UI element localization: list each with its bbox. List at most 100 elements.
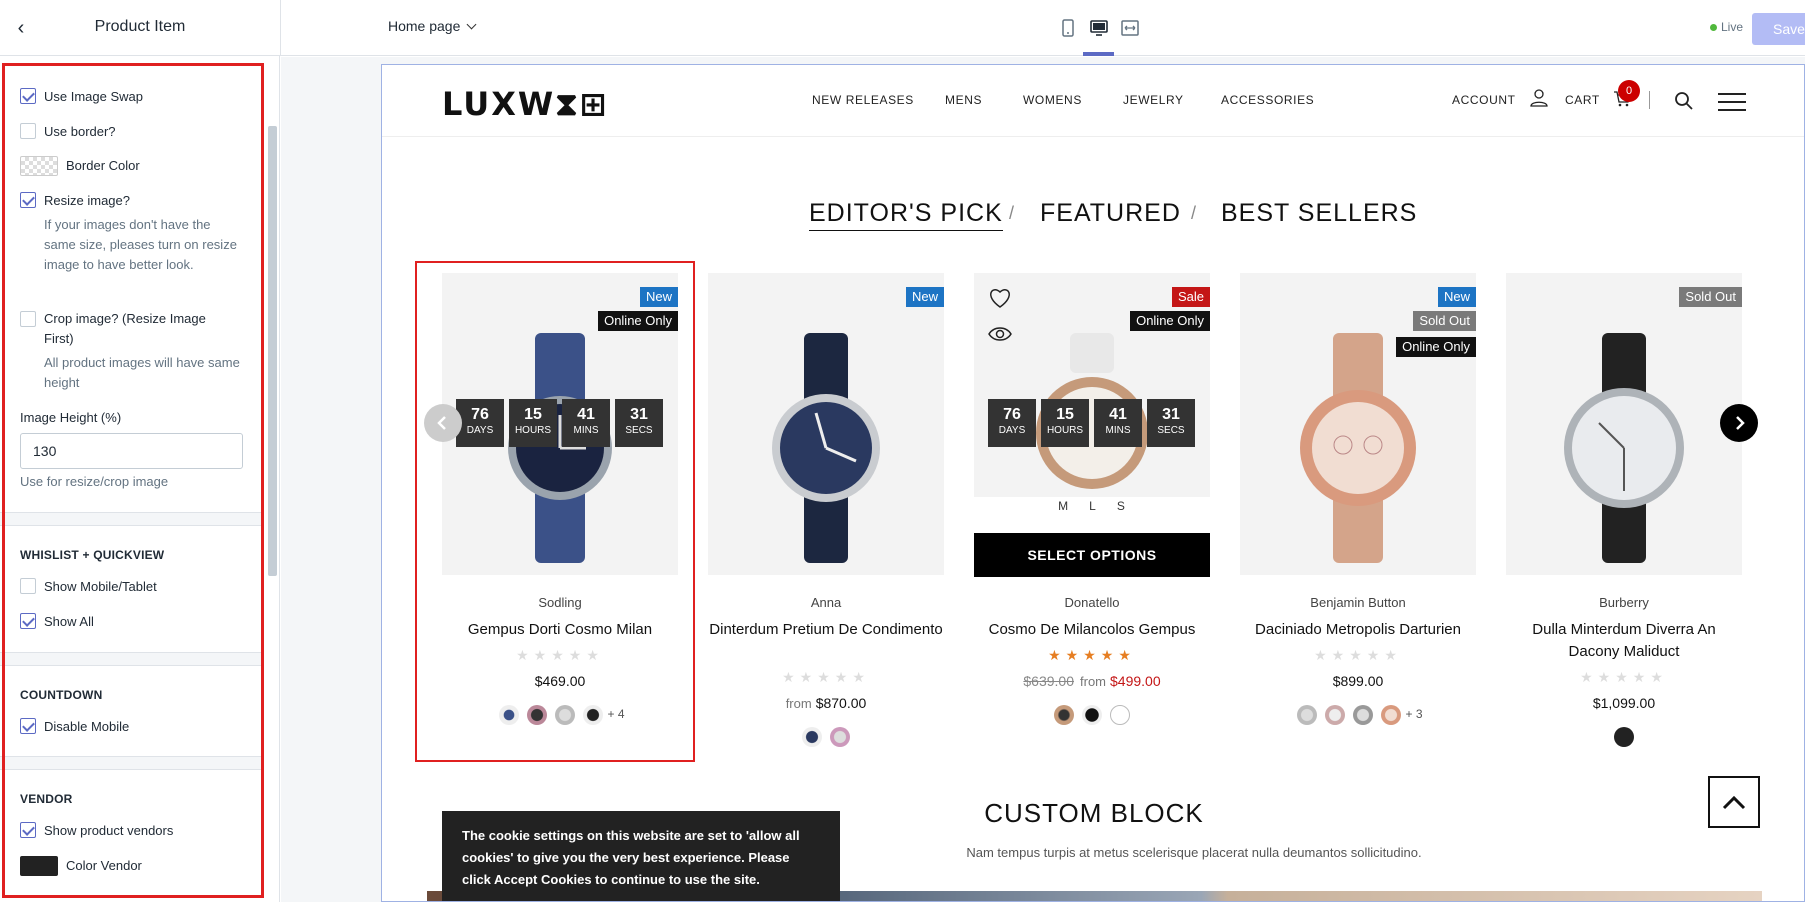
product-vendor[interactable]: Benjamin Button bbox=[1240, 595, 1476, 610]
account-label: ACCOUNT bbox=[1452, 93, 1516, 107]
quickview-eye-icon[interactable] bbox=[988, 325, 1012, 343]
countdown-secs-value: 31 bbox=[1162, 406, 1180, 423]
nav-mens[interactable]: MENS bbox=[945, 93, 982, 107]
store-logo[interactable]: LUXW⧗⊞ bbox=[442, 85, 608, 124]
nav-jewelry[interactable]: JEWELRY bbox=[1123, 93, 1184, 107]
variant-thumbnail[interactable] bbox=[1353, 705, 1374, 725]
badge-sold-out: Sold Out bbox=[1679, 287, 1742, 307]
page-selector-label: Home page bbox=[388, 18, 461, 34]
watch-image bbox=[1564, 333, 1684, 563]
settings-sidebar: Use Image Swap Use border? Border Color … bbox=[0, 56, 280, 902]
select-options-button[interactable]: SELECT OPTIONS bbox=[974, 533, 1210, 577]
countdown-secs-label: SECS bbox=[1157, 425, 1185, 436]
tab-separator: / bbox=[1009, 203, 1015, 223]
nav-accessories[interactable]: ACCESSORIES bbox=[1221, 93, 1314, 107]
chevron-down-icon bbox=[466, 19, 477, 30]
product-card[interactable]: New Sold Out Online Only Benjamin Button… bbox=[1240, 273, 1476, 773]
product-card[interactable]: Sold Out Burberry Dulla Minterdum Diverr… bbox=[1506, 273, 1742, 773]
size-option-m[interactable]: M bbox=[1058, 499, 1069, 513]
product-thumbnails bbox=[974, 705, 1210, 725]
cookie-notice: The cookie settings on this website are … bbox=[442, 811, 840, 901]
store-header: LUXW⧗⊞ NEW RELEASES MENS WOMENS JEWELRY … bbox=[382, 65, 1804, 137]
rating-stars: ★★★★★ bbox=[1580, 669, 1668, 685]
product-name[interactable]: Daciniado Metropolis Darturien bbox=[1240, 619, 1476, 641]
fullscreen-view-icon[interactable] bbox=[1120, 18, 1140, 38]
product-image[interactable]: Sold Out bbox=[1506, 273, 1742, 575]
header-divider bbox=[1649, 91, 1650, 109]
live-label: Live bbox=[1721, 20, 1744, 34]
variant-thumbnail[interactable] bbox=[1054, 705, 1074, 725]
back-to-top-button[interactable] bbox=[1708, 776, 1760, 828]
save-button[interactable]: Save bbox=[1752, 13, 1805, 45]
live-status: Live bbox=[1710, 20, 1743, 34]
badge-sale: Sale bbox=[1171, 287, 1210, 307]
product-name[interactable]: Dulla Minterdum Diverra An Dacony Malidu… bbox=[1506, 619, 1742, 663]
nav-womens[interactable]: WOMENS bbox=[1023, 93, 1082, 107]
product-thumbnails bbox=[1506, 727, 1742, 747]
cart-link[interactable]: CART bbox=[1565, 91, 1631, 107]
product-price: $639.00 from $499.00 bbox=[974, 673, 1210, 689]
panel-title: Product Item bbox=[94, 18, 186, 35]
theme-editor: { "editor": { "panel_title": "Product It… bbox=[0, 0, 1805, 902]
variant-thumbnail[interactable] bbox=[1082, 705, 1102, 725]
badge-sold-out: Sold Out bbox=[1413, 311, 1476, 331]
product-vendor[interactable]: Anna bbox=[708, 595, 944, 610]
tab-separator: / bbox=[1191, 203, 1197, 223]
countdown-mins-label: MINS bbox=[1105, 425, 1131, 436]
carousel-next-button[interactable] bbox=[1720, 404, 1758, 442]
more-variants[interactable]: + 3 bbox=[1405, 707, 1422, 721]
nav-new-releases[interactable]: NEW RELEASES bbox=[812, 93, 914, 107]
variant-thumbnail[interactable] bbox=[1614, 727, 1634, 747]
product-name[interactable]: Dinterdum Pretium De Condimento bbox=[708, 619, 944, 641]
rating-stars: ★★★★★ bbox=[1048, 647, 1136, 663]
product-vendor[interactable]: Burberry bbox=[1506, 595, 1742, 610]
price-from-label: from bbox=[785, 696, 812, 711]
variant-thumbnail[interactable] bbox=[1297, 705, 1318, 725]
badge-new: New bbox=[1437, 287, 1476, 307]
countdown-mins-value: 41 bbox=[1109, 406, 1127, 423]
countdown-days-value: 76 bbox=[1003, 406, 1021, 423]
tab-editors-pick[interactable]: EDITOR'S PICK bbox=[809, 199, 1003, 231]
wishlist-heart-icon[interactable] bbox=[988, 287, 1012, 309]
size-option-s[interactable]: S bbox=[1117, 499, 1126, 513]
live-dot-icon bbox=[1710, 24, 1717, 31]
size-option-l[interactable]: L bbox=[1089, 499, 1097, 513]
price-from-label: from bbox=[1080, 674, 1106, 689]
variant-thumbnail[interactable] bbox=[1110, 705, 1130, 725]
highlight-box bbox=[2, 63, 264, 898]
product-image[interactable]: Sale Online Only 76 DAYS 15 HOURS 41 MINS 3… bbox=[974, 273, 1210, 497]
product-card[interactable]: Sale Online Only 76 DAYS 15 HOURS 41 MINS 3… bbox=[974, 273, 1210, 773]
user-icon bbox=[1530, 89, 1548, 107]
badge-new: New bbox=[905, 287, 944, 307]
back-arrow-icon[interactable]: ‹ bbox=[10, 16, 32, 40]
product-thumbnails: + 3 bbox=[1240, 705, 1476, 725]
variant-thumbnail[interactable] bbox=[1381, 705, 1402, 725]
rating-stars: ★★★★★ bbox=[782, 669, 870, 685]
account-link[interactable]: ACCOUNT bbox=[1452, 89, 1548, 107]
chevron-up-icon bbox=[1722, 795, 1746, 810]
desktop-view-icon[interactable] bbox=[1089, 18, 1109, 38]
store-preview: LUXW⧗⊞ NEW RELEASES MENS WOMENS JEWELRY … bbox=[381, 64, 1805, 902]
countdown-mins: 41 MINS bbox=[1094, 399, 1142, 447]
mobile-view-icon[interactable] bbox=[1058, 18, 1078, 38]
product-thumbnails bbox=[708, 727, 944, 747]
watch-image bbox=[1300, 333, 1416, 563]
product-card[interactable]: New Anna Dinterdum Pretium De Condimento… bbox=[708, 273, 944, 773]
product-image[interactable]: New Sold Out Online Only bbox=[1240, 273, 1476, 575]
countdown-hours-value: 15 bbox=[1056, 406, 1074, 423]
product-vendor[interactable]: Donatello bbox=[974, 595, 1210, 610]
product-image[interactable]: New bbox=[708, 273, 944, 575]
variant-thumbnail[interactable] bbox=[1325, 705, 1346, 725]
product-name[interactable]: Cosmo De Milancolos Gempus bbox=[974, 619, 1210, 641]
page-selector[interactable]: Home page bbox=[388, 18, 477, 34]
search-icon[interactable] bbox=[1674, 91, 1694, 111]
countdown-hours-label: HOURS bbox=[1046, 425, 1084, 436]
product-price: $899.00 bbox=[1332, 673, 1384, 689]
tab-best-sellers[interactable]: BEST SELLERS bbox=[1221, 199, 1417, 228]
rating-stars: ★★★★★ bbox=[1314, 647, 1402, 663]
sidebar-scrollbar[interactable] bbox=[268, 126, 277, 576]
tab-featured[interactable]: FEATURED bbox=[1040, 199, 1181, 228]
variant-thumbnail[interactable] bbox=[830, 727, 850, 747]
variant-thumbnail[interactable] bbox=[802, 727, 822, 747]
hamburger-menu-icon[interactable] bbox=[1718, 92, 1746, 112]
